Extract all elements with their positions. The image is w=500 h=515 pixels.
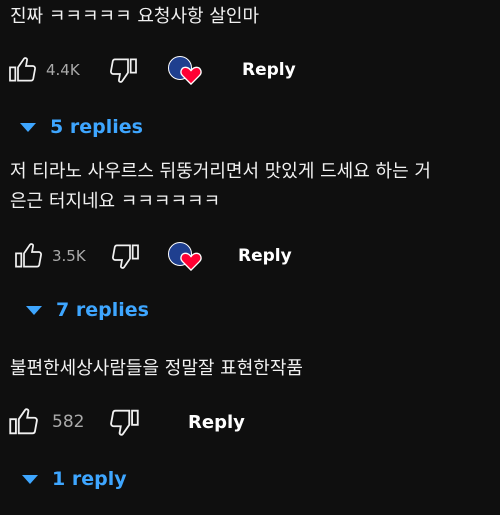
thumbs-up-icon [9,408,38,435]
comment-actions: 582 Reply [0,402,500,442]
comment-actions: 4.4K Reply [0,50,500,90]
comment-text: 진짜 ㅋㅋㅋㅋㅋ 요청사항 살인마 [10,6,260,27]
view-replies-toggle[interactable]: 7 replies [26,297,149,323]
creator-heart-badge [168,56,202,86]
reply-button[interactable]: Reply [242,50,296,90]
view-replies-toggle[interactable]: 1 reply [22,466,127,492]
thumbs-down-icon [110,409,139,436]
replies-count-label: 5 replies [50,116,143,138]
comment-item: 진짜 ㅋㅋㅋㅋㅋ 요청사항 살인마 [0,0,500,32]
creator-heart-icon [180,66,202,85]
caret-down-icon [22,474,38,484]
like-count: 4.4K [46,61,80,79]
like-count: 582 [52,412,85,432]
view-replies-toggle[interactable]: 5 replies [20,114,143,140]
thumbs-down-icon [110,58,137,83]
reply-button[interactable]: Reply [238,236,292,276]
like-button[interactable] [6,50,38,90]
thumbs-up-icon [15,243,42,268]
comment-item: 저 티라노 사우르스 뒤뚱거리면서 맛있게 드세요 하는 거 은근 터지네요 ㅋ… [0,157,500,217]
caret-down-icon [26,305,42,315]
creator-heart-icon [180,252,202,271]
comment-actions: 3.5K Reply [0,236,500,276]
dislike-button[interactable] [110,236,142,276]
comment-text: 불편한세상사람들을 정말잘 표현한작품 [10,358,303,379]
reply-button[interactable]: Reply [188,402,245,442]
like-button[interactable] [12,236,44,276]
dislike-button[interactable] [108,50,140,90]
like-button[interactable] [6,402,40,442]
dislike-button[interactable] [108,402,142,442]
comment-item: 불편한세상사람들을 정말잘 표현한작품 [0,354,500,384]
comment-text: 저 티라노 사우르스 뒤뚱거리면서 맛있게 드세요 하는 거 은근 터지네요 ㅋ… [10,161,431,212]
thumbs-down-icon [112,244,139,269]
replies-count-label: 7 replies [56,299,149,321]
replies-count-label: 1 reply [52,468,127,490]
caret-down-icon [20,122,36,132]
creator-heart-badge [168,242,202,272]
thumbs-up-icon [9,57,36,82]
like-count: 3.5K [52,247,86,265]
